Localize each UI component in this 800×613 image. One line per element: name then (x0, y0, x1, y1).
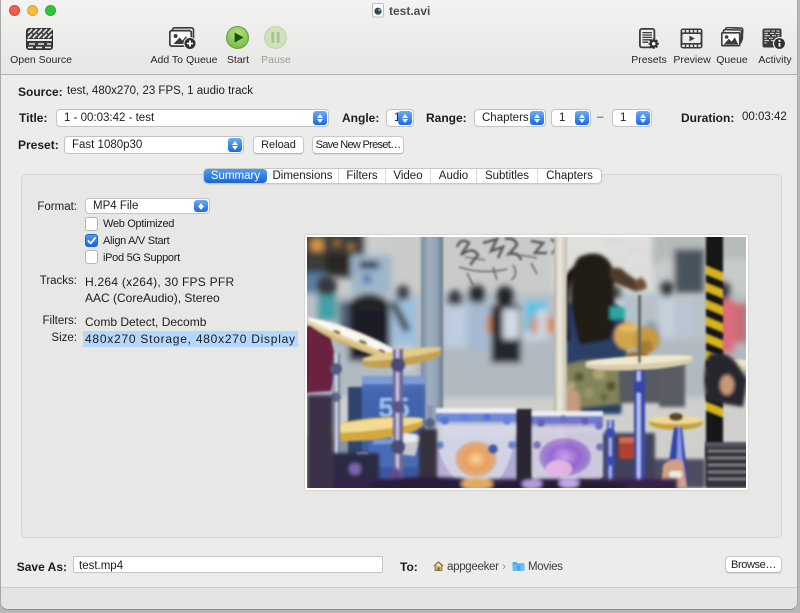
svg-text:|||: ||| (517, 566, 521, 572)
svg-text:0-11: 0-11 (627, 247, 646, 256)
svg-text:3-11: 3-11 (629, 265, 648, 274)
svg-text:25-0: 25-0 (605, 239, 624, 248)
